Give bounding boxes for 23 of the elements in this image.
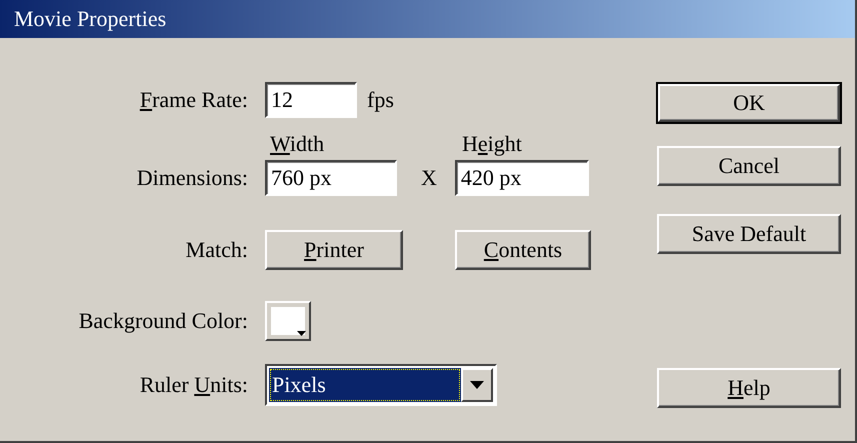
- match-button[interactable]: Printer: [265, 230, 403, 270]
- width-field[interactable]: 760 px: [265, 160, 397, 196]
- frame-rate-field[interactable]: 12: [265, 82, 357, 118]
- field-label: Ruler Units:: [140, 372, 248, 398]
- field-label: Dimensions:: [136, 165, 248, 192]
- caret-icon: [470, 381, 484, 390]
- caret-icon: [297, 330, 306, 336]
- separator-label: X: [421, 165, 437, 192]
- dialog-button[interactable]: Save Default: [657, 214, 841, 254]
- height-field[interactable]: 420 px: [454, 160, 589, 196]
- dialog-button[interactable]: OK: [657, 83, 841, 123]
- dialog-button[interactable]: Help: [657, 368, 841, 408]
- unit-label: fps: [367, 86, 394, 113]
- field-label: Background Color:: [78, 308, 248, 334]
- window-title: Movie Properties: [14, 6, 166, 32]
- ruler-units-dropdown[interactable]: Pixels: [265, 364, 497, 406]
- field-label: Frame Rate:: [140, 86, 248, 113]
- match-button[interactable]: Contents: [455, 230, 591, 270]
- field-label: Match:: [186, 236, 248, 263]
- color-swatch[interactable]: [265, 300, 311, 341]
- dialog-button[interactable]: Cancel: [657, 146, 841, 186]
- column-caption: Width: [270, 130, 326, 157]
- column-caption: Height: [462, 130, 522, 157]
